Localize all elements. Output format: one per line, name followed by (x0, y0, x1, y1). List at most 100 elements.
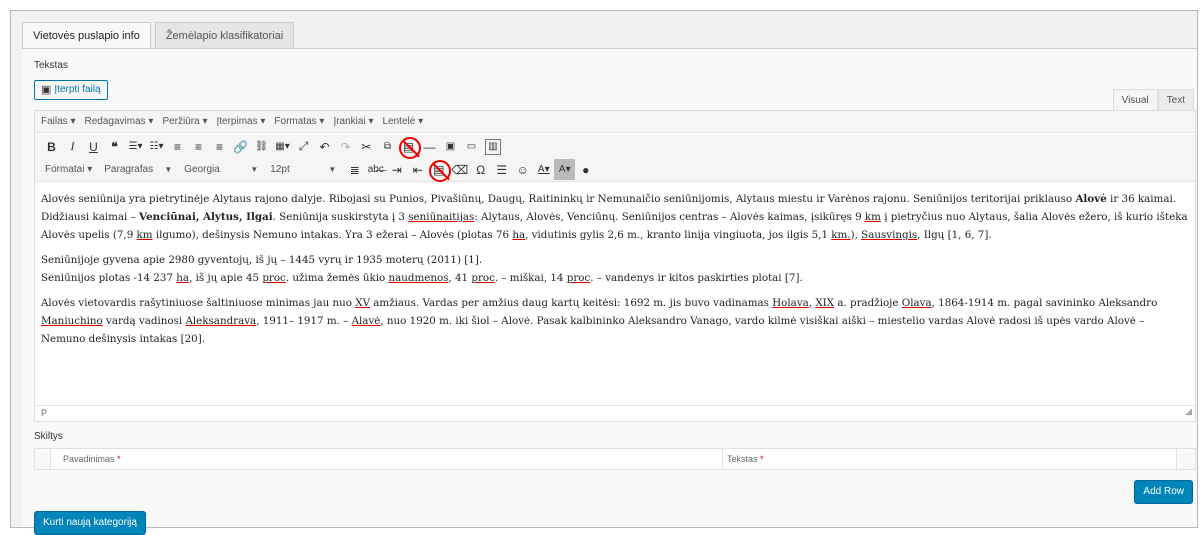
editor-content[interactable]: Alovės seniūnija yra pietrytinėje Alytau… (35, 181, 1195, 399)
tab-bar: Vietovės puslapio info Žemėlapio klasifi… (22, 22, 295, 48)
spell-error-word: proc (566, 272, 591, 284)
align-right-icon[interactable]: ≡ (209, 136, 230, 157)
formats-label: Formatai ▾ (45, 164, 93, 175)
underline-icon[interactable]: U (83, 136, 104, 157)
strikethrough-icon[interactable]: ab̶c̶ (365, 159, 386, 180)
text-run: , iš jų apie 45 (189, 272, 263, 284)
menu-perziura[interactable]: Peržiūra ▾ (162, 116, 207, 127)
menu-irankiai[interactable]: Įrankiai ▾ (333, 116, 373, 127)
numbered-list-icon[interactable]: ☷▾ (146, 136, 167, 157)
redo-icon[interactable]: ↷ (335, 136, 356, 157)
cut-icon[interactable]: ✂ (356, 136, 377, 157)
paragraph-dropdown[interactable]: Paragrafas ▼ (100, 161, 176, 179)
column-header-pavadinimas: Pavadinimas * (51, 449, 723, 469)
justify-icon[interactable]: ≣ (344, 159, 365, 180)
menu-failas[interactable]: Failas ▾ (41, 116, 75, 127)
editor-frame: Vietovės puslapio info Žemėlapio klasifi… (10, 10, 1198, 535)
tab-vietoves-info[interactable]: Vietovės puslapio info (22, 22, 151, 48)
text-run: : Alytaus, Alovės, Venciūnų. Seniūnijos … (474, 211, 865, 223)
indent-icon[interactable]: ⇥ (386, 159, 407, 180)
text-run: Alovės seniūnija yra pietrytinėje Alytau… (41, 193, 1076, 205)
copy-icon[interactable]: ⧉ (377, 136, 398, 157)
formats-dropdown[interactable]: Formatai ▾ (41, 161, 96, 179)
text-run: ), (850, 229, 862, 241)
text-run: ilgumo), dešinysis Nemuno intakas. Yra 3… (152, 229, 513, 241)
column-header-tekstas: Tekstas * (723, 449, 1177, 469)
media-embed-icon[interactable]: ▭ (461, 136, 482, 157)
paste-text-icon[interactable]: ▤ (428, 159, 452, 182)
editor-menubar: Failas ▾ Redagavimas ▾ Peržiūra ▾ Įterpi… (35, 111, 1195, 133)
align-left-icon[interactable]: ≡ (167, 136, 188, 157)
tab-visual[interactable]: Visual (1112, 89, 1158, 111)
add-media-label: Įterpti failą (54, 84, 101, 95)
spell-error-word: Sausvingis (861, 229, 918, 241)
text-color-icon[interactable]: A▾ (533, 159, 554, 180)
text-run: amžiaus. Vardas per amžius daug kartų ke… (370, 297, 773, 309)
horizontal-line-icon[interactable]: — (419, 136, 440, 157)
link-icon[interactable]: 🔗 (230, 136, 251, 157)
outdent-icon[interactable]: ⇤ (407, 159, 428, 180)
text-run: Alovė (1075, 193, 1107, 205)
page-break-icon[interactable]: ☰ (491, 159, 512, 180)
bold-icon[interactable]: B (41, 136, 62, 157)
size-dropdown[interactable]: 12pt ▼ (266, 161, 340, 179)
blockquote-icon[interactable]: ❝ (104, 136, 125, 157)
create-category-button[interactable]: Kurti naują kategoriją (34, 511, 146, 535)
italic-icon[interactable]: I (62, 136, 83, 157)
help-icon[interactable]: ● (575, 159, 596, 180)
column-label: Pavadinimas (63, 454, 115, 464)
spell-error-word: km (136, 229, 153, 241)
spell-error-word: proc (262, 272, 286, 284)
text-run: . Seniūnija suskirstyta į 3 (272, 211, 409, 223)
text-run: . – miškai, 14 (494, 272, 567, 284)
spell-error-word: km (864, 211, 881, 223)
spell-error-word: Aleksandrava (185, 315, 257, 327)
bullet-list-icon[interactable]: ☰▾ (125, 136, 146, 157)
image-icon[interactable]: ▣ (440, 136, 461, 157)
text-run: , 1864-1914 m. pagal savininko Aleksandr… (931, 297, 1158, 309)
add-row-button[interactable]: Add Row (1134, 480, 1193, 504)
text-run: vardą vadinosi (102, 315, 186, 327)
undo-icon[interactable]: ↶ (314, 136, 335, 157)
ban-mark-icon (399, 137, 421, 159)
kitchen-sink-icon[interactable]: ▥ (485, 138, 501, 155)
toolbar-row-2: Formatai ▾ Paragrafas ▼ Georgia ▼ 12pt ▼ ≣ … (35, 158, 1195, 182)
clear-formatting-icon[interactable]: ⌫ (449, 159, 470, 180)
menu-iterpimas[interactable]: Įterpimas ▾ (216, 116, 265, 127)
paste-icon[interactable]: ▤ (398, 136, 421, 159)
spell-error-word: XV (355, 297, 371, 309)
tab-panel: Tekstas ▣ Įterpti failą Visual Text Fail… (22, 48, 1197, 535)
spell-error-word: naudmenos (388, 272, 449, 284)
text-run: . užima žemės ūkio (285, 272, 389, 284)
menu-formatas[interactable]: Formatas ▾ (274, 116, 324, 127)
tab-text[interactable]: Text (1157, 89, 1194, 111)
paragraph-3: Alovės vietovardis rašytiniuose šaltiniu… (41, 294, 1189, 348)
menu-lentele[interactable]: Lentelė ▾ (382, 116, 423, 127)
size-label: 12pt (270, 164, 290, 175)
element-path[interactable]: P (41, 408, 47, 418)
ban-mark-icon (429, 160, 452, 182)
tab-zemelapio-klasifikatoriai[interactable]: Žemėlapio klasifikatoriai (154, 22, 295, 48)
emoticon-icon[interactable]: ☺ (512, 159, 533, 180)
spell-error-word: Olava (901, 297, 932, 309)
repeater-table-header: Pavadinimas * Tekstas * (34, 448, 1196, 470)
media-icon: ▣ (41, 84, 52, 96)
chevron-down-icon: ▼ (328, 165, 337, 174)
fullscreen-icon[interactable]: ⤢ (293, 136, 314, 157)
editor-status-bar: P ◢ (35, 405, 1195, 421)
chevron-down-icon: ▼ (164, 165, 173, 174)
spell-error-word: proc (471, 272, 495, 284)
font-dropdown[interactable]: Georgia ▼ (180, 161, 262, 179)
add-media-button[interactable]: ▣ Įterpti failą (34, 80, 108, 100)
unlink-icon[interactable]: ⛓ (251, 136, 272, 157)
field-label-tekstas: Tekstas (34, 60, 68, 71)
table-icon[interactable]: ▦▾ (272, 136, 293, 157)
omega-icon[interactable]: Ω (470, 159, 491, 180)
background-color-icon[interactable]: A▾ (554, 159, 576, 180)
row-handle-cell (35, 449, 51, 469)
text-run: Seniūnijos plotas -14 237 (41, 272, 177, 284)
align-center-icon[interactable]: ≡ (188, 136, 209, 157)
text-run: , 41 (448, 272, 472, 284)
resize-handle-icon[interactable]: ◢ (1185, 404, 1192, 419)
menu-redagavimas[interactable]: Redagavimas ▾ (84, 116, 153, 127)
